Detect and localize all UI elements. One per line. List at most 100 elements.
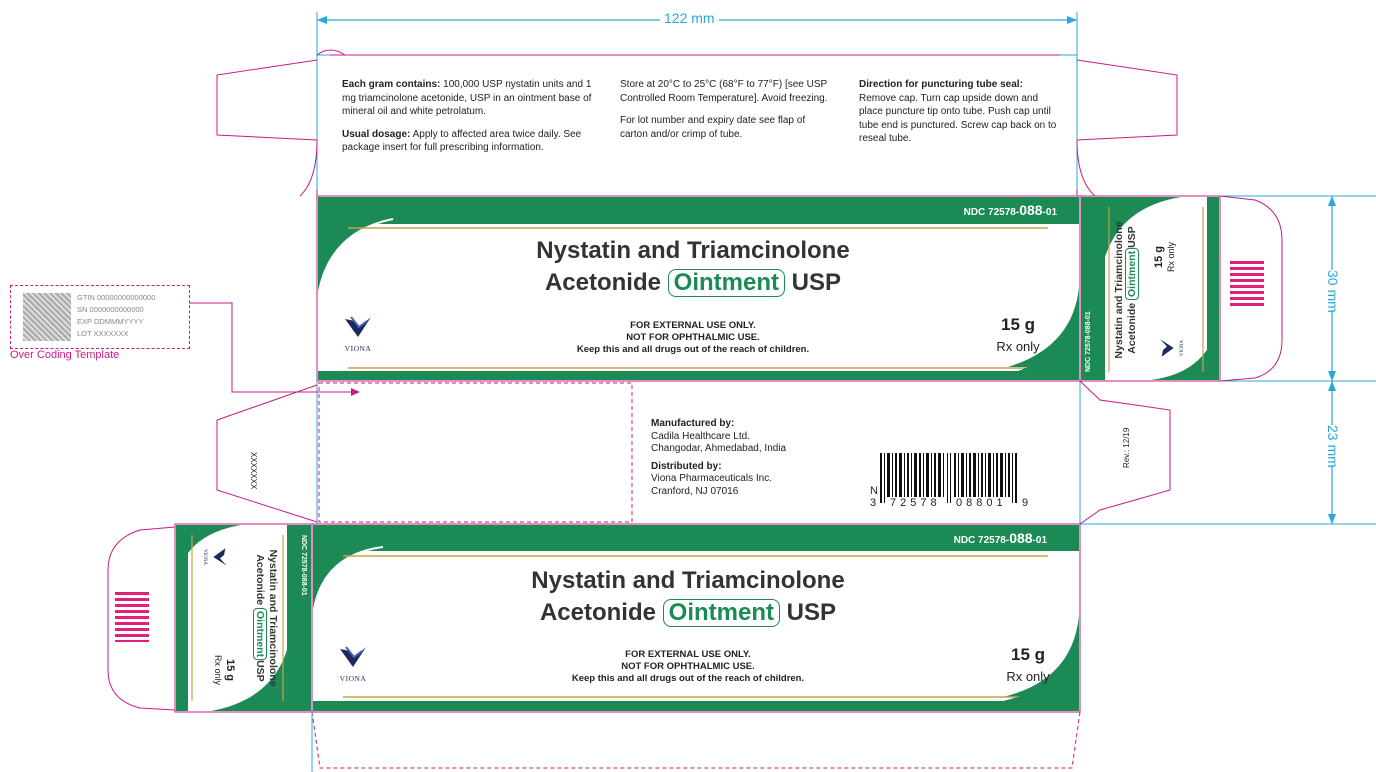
barcode-digits-right: 08801 <box>956 497 1007 509</box>
side-net-quantity: 15 g <box>1153 245 1165 268</box>
gtin-field: GTIN 00000000000000 <box>77 293 156 302</box>
right-flap-marks <box>1230 261 1264 309</box>
viona-logo-icon <box>345 316 371 337</box>
sn-field: SN 0000000000000 <box>77 305 144 314</box>
left-side-title-line1: Nystatin and Triamcinolone <box>267 549 279 687</box>
storage-text: Store at 20°C to 25°C (68°F to 77°F) [se… <box>620 79 828 104</box>
puncture-heading: Direction for puncturing tube seal: <box>859 79 1023 90</box>
overcoding-label: Over Coding Template <box>10 349 120 361</box>
front-panel-upper: NDC 72578-088-01 Nystatin and Triamcinol… <box>318 197 1079 380</box>
contents-heading: Each gram contains: <box>342 79 441 90</box>
lower-title-usp: USP <box>786 599 837 626</box>
side-panel-right: NDC 72578-088-01 Nystatin and Triamcinol… <box>1081 197 1219 380</box>
lower-warning-children: Keep this and all drugs out of the reach… <box>571 673 805 684</box>
lower-warning-block: FOR EXTERNAL USE ONLY. NOT FOR OPHTHALMI… <box>523 649 853 685</box>
title-line1: Nystatin and Triamcinolone <box>536 237 850 264</box>
barcode-n: N <box>870 485 878 497</box>
left-flap-marks <box>115 592 149 642</box>
warning-external: FOR EXTERNAL USE ONLY. <box>630 320 756 331</box>
manufacturer-block: Manufactured by: Cadila Healthcare Ltd. … <box>651 418 786 498</box>
quantity-block: 15 g Rx only <box>978 315 1058 354</box>
left-side-swoosh <box>176 525 311 711</box>
ndc-prefix: NDC 72578- <box>963 207 1020 218</box>
puncture-text: Remove cap. Turn cap upside down and pla… <box>859 92 1057 145</box>
left-side-viona-logo-text: VIONA <box>202 548 207 566</box>
lower-ndc-product-code: 088 <box>1009 530 1033 546</box>
product-title: Nystatin and Triamcinolone Acetonide Oin… <box>468 235 918 299</box>
lot-expiry-text: For lot number and expiry date see flap … <box>620 115 806 140</box>
ndc-suffix: -01 <box>1042 207 1057 218</box>
side-viona-logo-icon <box>1160 339 1174 357</box>
viona-logo: VIONA <box>338 315 378 353</box>
barcode-bars <box>880 453 1017 503</box>
left-side-net-quantity: 15 g <box>224 659 236 682</box>
left-side-viona-logo: VIONA <box>202 540 228 574</box>
left-side-title-acetonide: Acetonide <box>254 554 266 606</box>
left-side-viona-logo-icon <box>213 548 227 566</box>
lower-warning-external: FOR EXTERNAL USE ONLY. <box>625 649 751 660</box>
lower-ndc-prefix: NDC 72578- <box>953 535 1010 546</box>
side-rx-only: Rx only <box>1166 241 1176 272</box>
lower-title-line1: Nystatin and Triamcinolone <box>531 567 845 594</box>
lower-warning-ophthalmic: NOT FOR OPHTHALMIC USE. <box>621 661 755 672</box>
overcoding-template: GTIN 00000000000000 SN 0000000000000 EXP… <box>10 285 190 349</box>
height-dimension-label: 30 mm <box>1317 270 1347 313</box>
ointment-badge: Ointment <box>667 269 785 297</box>
lower-quantity-block: 15 g Rx only <box>988 645 1068 684</box>
distributed-by-heading: Distributed by: <box>651 460 722 472</box>
overcoding-fields: GTIN 00000000000000 SN 0000000000000 EXP… <box>77 292 155 340</box>
left-flap-code: XXXXXXX <box>249 452 258 490</box>
manufactured-by-heading: Manufactured by: <box>651 418 735 429</box>
warning-children: Keep this and all drugs out of the reach… <box>576 344 810 355</box>
ndc-product-code: 088 <box>1019 202 1043 218</box>
left-side-title: Nystatin and Triamcinolone Acetonide Oin… <box>253 533 279 703</box>
lower-viona-logo-text: VIONA <box>339 674 367 683</box>
rx-only: Rx only <box>996 339 1040 354</box>
distributor-address: Cranford, NJ 07016 <box>651 485 739 497</box>
side-title: Nystatin and Triamcinolone Acetonide Oin… <box>1113 205 1139 375</box>
depth-dimension-label: 23 mm <box>1317 425 1347 468</box>
manufacturer-name: Cadila Healthcare Ltd. <box>651 430 750 442</box>
top-panel-col3: Direction for puncturing tube seal: Remo… <box>859 78 1059 146</box>
lower-ndc-suffix: -01 <box>1032 535 1047 546</box>
lower-ointment-badge: Ointment <box>662 599 780 627</box>
barcode-digits-left: 72578 <box>890 497 941 509</box>
barcode-system-digit: 3 <box>870 497 877 509</box>
distributor-name: Viona Pharmaceuticals Inc. <box>651 473 772 484</box>
left-side-title-usp: USP <box>254 660 266 682</box>
dosage-heading: Usual dosage: <box>342 128 411 140</box>
side-title-usp: USP <box>1126 226 1138 248</box>
left-side-ndc: NDC 72578-088-01 <box>300 535 307 596</box>
side-title-acetonide: Acetonide <box>1126 302 1138 354</box>
side-panel-swoosh <box>1081 197 1219 380</box>
top-panel-col1: Each gram contains: 100,000 USP nystatin… <box>342 78 592 155</box>
warning-ophthalmic: NOT FOR OPHTHALMIC USE. <box>626 332 760 343</box>
lower-viona-logo: VIONA <box>333 645 373 683</box>
side-viona-logo-text: VIONA <box>1180 339 1185 357</box>
upc-barcode: N 3 72578 08801 9 <box>870 453 1050 513</box>
lot-field: LOT XXXXXXX <box>77 329 129 338</box>
lower-product-title: Nystatin and Triamcinolone Acetonide Oin… <box>463 565 913 629</box>
lower-net-quantity: 15 g <box>1010 645 1046 664</box>
warning-block: FOR EXTERNAL USE ONLY. NOT FOR OPHTHALMI… <box>528 320 858 356</box>
datamatrix-icon <box>23 293 71 341</box>
lower-title-acetonide: Acetonide <box>539 599 656 626</box>
side-viona-logo: VIONA <box>1159 331 1185 365</box>
title-usp: USP <box>791 269 842 296</box>
side-ointment-badge: Ointment <box>1125 247 1139 300</box>
front-panel-lower: NDC 72578-088-01 Nystatin and Triamcinol… <box>313 525 1079 711</box>
left-side-ointment-badge: Ointment <box>253 608 267 661</box>
exp-field: EXP DDMMMYYYY <box>77 317 144 326</box>
top-panel-col2: Store at 20°C to 25°C (68°F to 77°F) [se… <box>620 78 830 141</box>
side-ndc: NDC 72578-088-01 <box>1085 311 1092 372</box>
left-side-rx-only: Rx only <box>213 655 223 686</box>
manufacturer-address: Changodar, Ahmedabad, India <box>651 443 787 454</box>
side-quantity: 15 g Rx only <box>1153 242 1177 272</box>
lower-ndc-number: NDC 72578-088-01 <box>954 530 1047 546</box>
width-dimension-label: 122 mm <box>660 10 719 26</box>
lower-viona-logo-icon <box>340 646 366 667</box>
side-panel-left: NDC 72578-088-01 Nystatin and Triamcinol… <box>176 525 311 711</box>
revision-label: Rev.: 12/19 <box>1122 427 1131 468</box>
ndc-number: NDC 72578-088-01 <box>964 202 1057 218</box>
barcode-check-digit: 9 <box>1022 497 1029 509</box>
